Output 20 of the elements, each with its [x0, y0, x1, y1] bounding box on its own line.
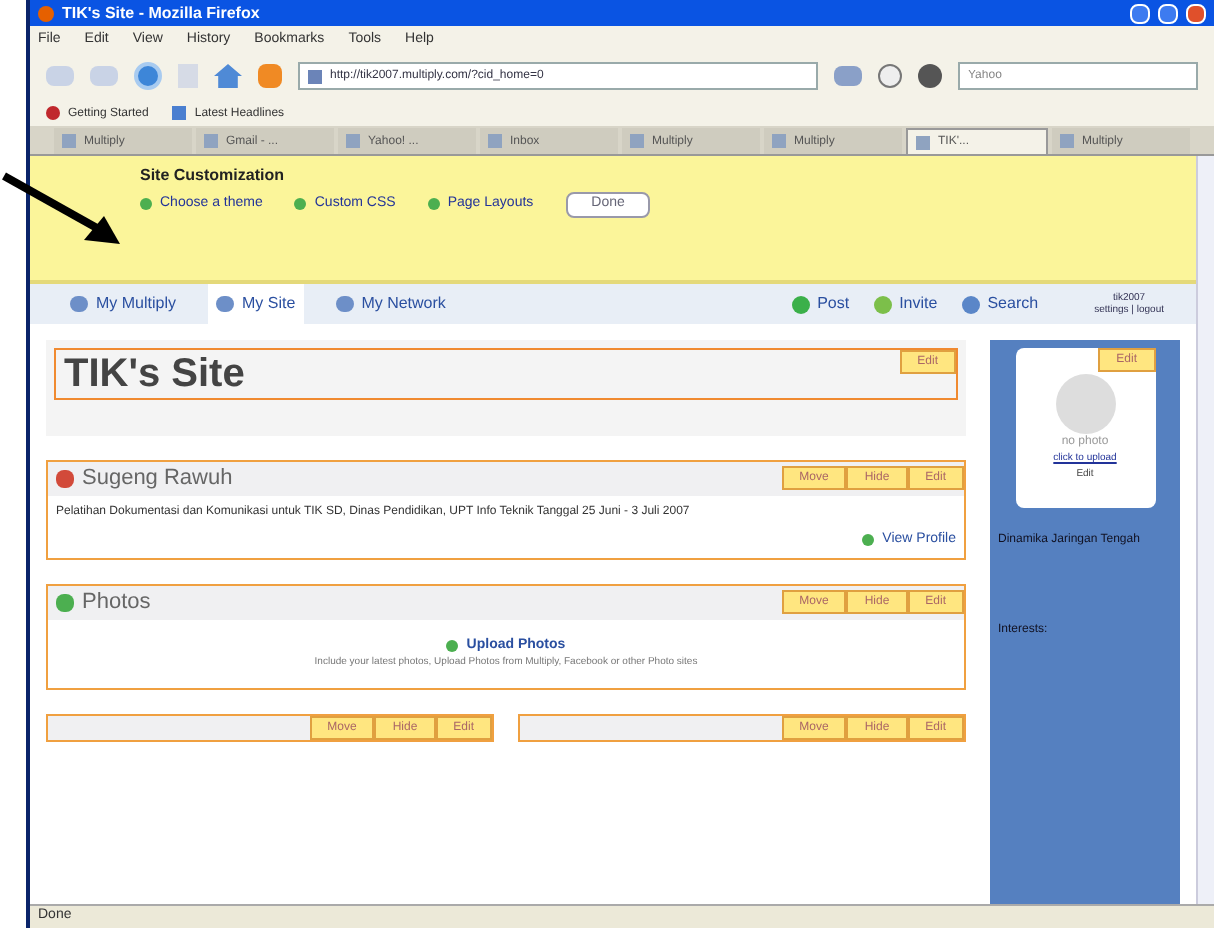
- nav-action[interactable]: Search: [961, 292, 1039, 316]
- nav-tab[interactable]: My Network: [327, 284, 454, 324]
- window-title: TIK's Site - Mozilla Firefox: [62, 5, 260, 21]
- maximize-button[interactable]: [1158, 3, 1178, 23]
- module-title: Photos: [48, 586, 151, 619]
- site-title: TIK's Site: [62, 350, 245, 398]
- nav-action[interactable]: Invite: [873, 292, 938, 316]
- scrollbar[interactable]: [1196, 156, 1214, 904]
- close-button[interactable]: [1186, 3, 1206, 23]
- arrow-drawing: [2, 172, 120, 244]
- feed-icon[interactable]: [258, 64, 282, 88]
- nav-action[interactable]: Post: [791, 292, 850, 316]
- nav-tab[interactable]: My Site: [208, 284, 304, 324]
- minimize-button[interactable]: [1130, 3, 1150, 23]
- reload-icon[interactable]: [134, 62, 162, 90]
- avatar-placeholder: [1055, 374, 1115, 434]
- nav-tab[interactable]: My Multiply: [62, 284, 185, 324]
- home-icon[interactable]: [214, 64, 242, 88]
- module-title: Sugeng Rawuh: [48, 462, 233, 495]
- panel-title: Site Customization: [140, 164, 287, 188]
